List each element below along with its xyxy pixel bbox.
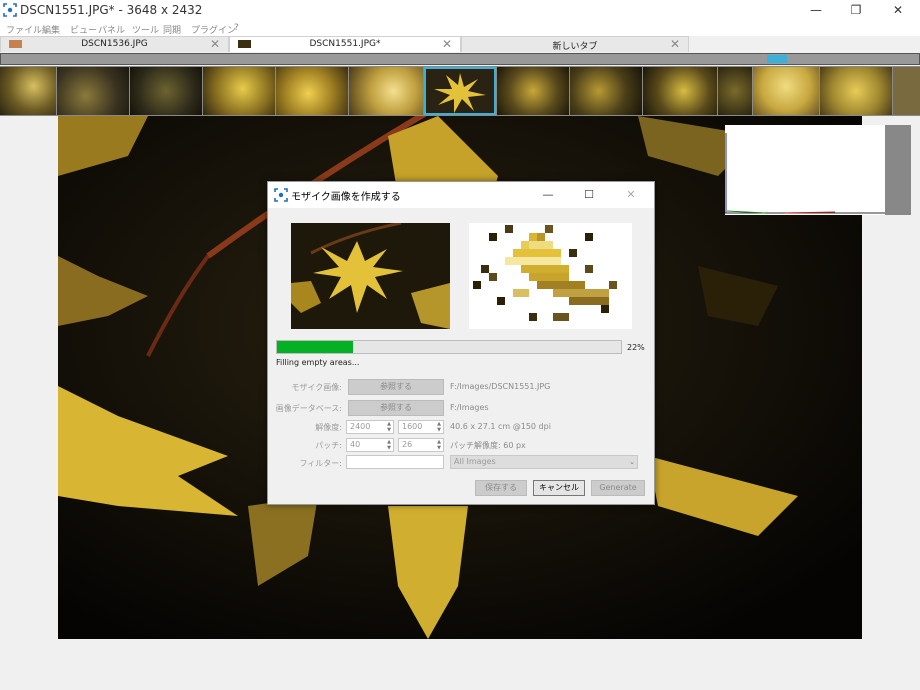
filmstrip-thumbnail[interactable] — [893, 67, 920, 115]
close-icon[interactable]: ✕ — [670, 37, 680, 51]
filmstrip-thumbnail[interactable] — [349, 67, 423, 115]
progress-percent: 22% — [627, 343, 645, 352]
menu-sync[interactable]: 同期 — [163, 23, 181, 36]
filmstrip — [0, 66, 920, 116]
filmstrip-thumbnail[interactable] — [820, 67, 892, 115]
filmstrip-thumbnail[interactable] — [570, 67, 642, 115]
resolution-width-value: 2400 — [350, 422, 371, 431]
histogram-panel — [725, 125, 911, 215]
mosaic-image-browse-button[interactable]: 参照する — [348, 379, 444, 395]
resolution-info: 40.6 x 27.1 cm @150 dpi — [450, 422, 551, 431]
filmstrip-thumbnail[interactable] — [497, 67, 569, 115]
resolution-label: 解像度: — [315, 423, 342, 432]
filter-label: フィルター: — [299, 459, 342, 468]
tab-bar: DSCN1536.JPG ✕ DSCN1551.JPG* ✕ 新しいタブ ✕ — [0, 36, 920, 52]
close-button[interactable]: ✕ — [878, 0, 918, 22]
filmstrip-thumbnail[interactable] — [276, 67, 348, 115]
menu-panel[interactable]: パネル — [98, 23, 125, 36]
mosaic-preview — [469, 223, 632, 329]
patch-cols-value: 40 — [350, 440, 361, 449]
resolution-height-stepper[interactable]: 1600 ▲ ▼ — [398, 420, 444, 434]
filter-select-value: All Images — [454, 457, 496, 466]
filmstrip-thumbnail[interactable] — [130, 67, 202, 115]
mosaic-result-image — [469, 223, 632, 329]
menu-file[interactable]: ファイル — [6, 23, 42, 36]
spinner-arrows-icon[interactable]: ▲ ▼ — [437, 439, 441, 451]
patch-label: パッチ: — [315, 441, 342, 450]
tab-label: DSCN1551.JPG* — [309, 39, 381, 49]
menu-bar: ファイル 編集 ビュー パネル ツール 同期 プラグイン ? — [0, 22, 920, 36]
scrollbar-thumb[interactable] — [767, 55, 787, 63]
chevron-down-icon: ⌄ — [629, 458, 635, 466]
cancel-button[interactable]: キャンセル — [533, 480, 585, 496]
generate-button[interactable]: Generate — [591, 480, 645, 496]
resolution-width-stepper[interactable]: 2400 ▲ ▼ — [346, 420, 394, 434]
spinner-arrows-icon[interactable]: ▲ ▼ — [387, 439, 391, 451]
close-icon[interactable]: ✕ — [210, 37, 220, 51]
histogram-graph — [725, 133, 885, 214]
window-titlebar: DSCN1551.JPG* - 3648 x 2432 — ❐ ✕ — [0, 0, 920, 22]
histogram-plot — [725, 125, 885, 215]
leaf-icon — [434, 73, 486, 113]
window-title: DSCN1551.JPG* - 3648 x 2432 — [20, 3, 203, 17]
resolution-height-value: 1600 — [402, 422, 423, 431]
filmstrip-thumbnail[interactable] — [643, 67, 717, 115]
filmstrip-thumbnail[interactable] — [718, 67, 752, 115]
menu-tools[interactable]: ツール — [132, 23, 159, 36]
filter-input[interactable] — [346, 455, 444, 469]
minimize-button[interactable]: — — [796, 0, 836, 22]
spinner-arrows-icon[interactable]: ▲ ▼ — [387, 421, 391, 433]
menu-edit[interactable]: 編集 — [42, 23, 60, 36]
patch-rows-stepper[interactable]: 26 ▲ ▼ — [398, 438, 444, 452]
tab-label: 新しいタブ — [552, 42, 598, 52]
progress-bar — [276, 340, 622, 354]
status-text: Filling empty areas... — [276, 358, 360, 367]
tab-label: DSCN1536.JPG — [81, 39, 148, 49]
maximize-button[interactable]: ❐ — [836, 0, 876, 22]
patch-cols-stepper[interactable]: 40 ▲ ▼ — [346, 438, 394, 452]
filter-select[interactable]: All Images ⌄ — [450, 455, 638, 469]
dialog-close-button[interactable]: ✕ — [616, 184, 646, 206]
dialog-maximize-button[interactable]: ☐ — [574, 184, 604, 206]
tab-new[interactable]: 新しいタブ ✕ — [461, 36, 689, 52]
save-button[interactable]: 保存する — [475, 480, 527, 496]
menu-view[interactable]: ビュー — [70, 23, 97, 36]
menu-plugins[interactable]: プラグイン — [191, 23, 236, 36]
mosaic-image-label: モザイク画像: — [291, 383, 342, 392]
source-preview — [291, 223, 450, 329]
filmstrip-thumbnail-selected[interactable] — [424, 67, 496, 115]
filmstrip-thumbnail[interactable] — [203, 67, 275, 115]
image-db-label: 画像データベース: — [275, 404, 342, 413]
dialog-titlebar: モザイク画像を作成する — ☐ ✕ — [268, 182, 654, 208]
dialog-minimize-button[interactable]: — — [533, 184, 563, 206]
app-icon — [274, 188, 288, 202]
filmstrip-thumbnail[interactable] — [0, 67, 56, 115]
mosaic-image-path: F:/Images/DSCN1551.JPG — [450, 382, 551, 391]
filmstrip-thumbnail[interactable] — [57, 67, 129, 115]
filmstrip-scrollbar[interactable] — [0, 53, 920, 65]
image-db-path: F:/Images — [450, 403, 489, 412]
mosaic-dialog: モザイク画像を作成する — ☐ ✕ 22% Filling empty area… — [267, 181, 655, 505]
filmstrip-thumbnail[interactable] — [753, 67, 819, 115]
patch-rows-value: 26 — [402, 440, 413, 449]
tab-dscn1551[interactable]: DSCN1551.JPG* ✕ — [229, 36, 461, 52]
spinner-arrows-icon[interactable]: ▲ ▼ — [437, 421, 441, 433]
tab-dscn1536[interactable]: DSCN1536.JPG ✕ — [0, 36, 229, 52]
patch-info: パッチ解像度: 60 px — [450, 441, 526, 450]
close-icon[interactable]: ✕ — [442, 37, 452, 51]
progress-fill — [277, 341, 353, 353]
app-icon — [3, 3, 17, 17]
menu-help[interactable]: ? — [234, 23, 239, 33]
dialog-title: モザイク画像を作成する — [291, 192, 401, 203]
image-db-browse-button[interactable]: 参照する — [348, 400, 444, 416]
source-leaf-image — [291, 223, 450, 329]
